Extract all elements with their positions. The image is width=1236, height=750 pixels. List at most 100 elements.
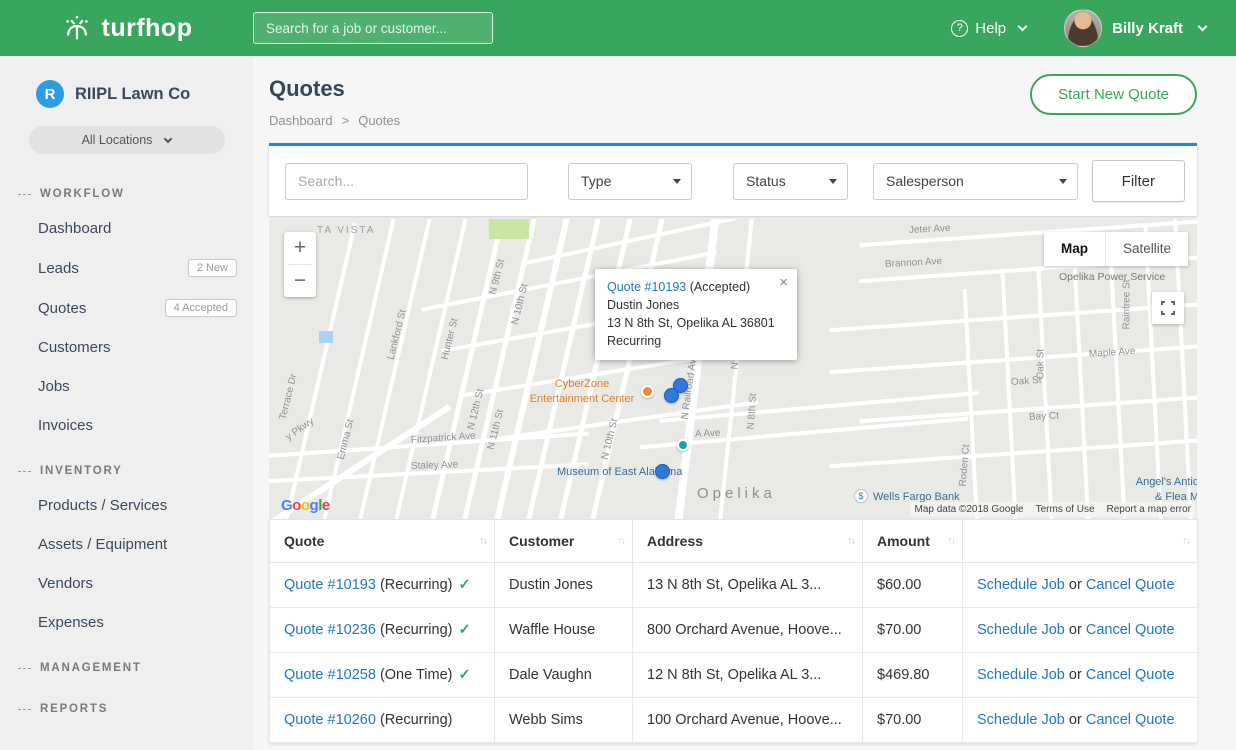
sidebar-item-expenses[interactable]: Expenses xyxy=(0,603,253,642)
company-header[interactable]: R RIIPL Lawn Co xyxy=(0,56,253,118)
turfhop-logo-icon xyxy=(61,12,93,44)
quote-map-marker[interactable] xyxy=(664,388,679,403)
map-city-label: Opelika xyxy=(697,485,776,502)
chevron-down-icon xyxy=(164,135,172,143)
quote-link[interactable]: Quote #10193 xyxy=(284,577,376,593)
map-road xyxy=(1000,269,1017,519)
cancel-quote-link[interactable]: Cancel Quote xyxy=(1086,712,1175,728)
quote-link[interactable]: Quote #10260 xyxy=(284,712,376,728)
sidebar-item-jobs[interactable]: Jobs xyxy=(0,367,253,406)
map-road xyxy=(1036,269,1053,519)
user-avatar xyxy=(1064,9,1102,47)
table-row: Quote #10193 (Recurring)✓ Dustin Jones 1… xyxy=(270,563,1198,608)
map-street-label: Jeter Ave xyxy=(909,223,951,236)
sort-icon[interactable]: ↑↓ xyxy=(1182,536,1190,547)
global-search-input[interactable] xyxy=(253,12,493,44)
fullscreen-button[interactable] xyxy=(1152,292,1184,324)
page-header: Quotes Dashboard > Quotes Start New Quot… xyxy=(253,56,1236,143)
quote-map-marker[interactable] xyxy=(655,464,670,479)
google-logo[interactable]: Google xyxy=(281,497,330,514)
schedule-job-link[interactable]: Schedule Job xyxy=(977,667,1065,683)
chevron-down-icon xyxy=(1198,21,1208,31)
select-arrow-icon xyxy=(1059,179,1067,184)
report-map-error-link[interactable]: Report a map error xyxy=(1107,504,1191,515)
quotes-search-input[interactable] xyxy=(285,163,528,200)
accepted-check-icon: ✓ xyxy=(458,622,470,638)
map-street-label: Terrace Dr xyxy=(278,373,300,421)
header-address[interactable]: Address↑↓ xyxy=(633,520,863,563)
quote-link[interactable]: Quote #10236 xyxy=(284,622,376,638)
sidebar-item-customers[interactable]: Customers xyxy=(0,328,253,367)
quote-link[interactable]: Quote #10258 xyxy=(284,667,376,683)
locations-label: All Locations xyxy=(82,133,153,147)
type-select[interactable]: Type xyxy=(568,163,692,200)
map-road xyxy=(715,219,755,519)
zoom-in-button[interactable]: + xyxy=(284,232,316,264)
table-header-row: Quote↑↓ Customer↑↓ Address↑↓ Amount↑↓ ↑↓ xyxy=(270,520,1198,563)
quote-type: (One Time) xyxy=(380,667,453,683)
sidebar-item-quotes[interactable]: Quotes4 Accepted xyxy=(0,288,253,328)
map-view-button[interactable]: Map xyxy=(1044,232,1106,266)
map-street-label: Brannon Ave xyxy=(885,256,943,270)
start-new-quote-button[interactable]: Start New Quote xyxy=(1030,74,1197,115)
sort-icon[interactable]: ↑↓ xyxy=(847,536,855,547)
infowindow-frequency: Recurring xyxy=(607,332,785,350)
status-select[interactable]: Status xyxy=(733,163,848,200)
amount-cell: $469.80 xyxy=(863,653,963,698)
user-name: Billy Kraft xyxy=(1112,20,1183,37)
sidebar-item-leads[interactable]: Leads2 New xyxy=(0,248,253,288)
satellite-view-button[interactable]: Satellite xyxy=(1106,232,1188,266)
map[interactable]: TA VISTAJeter AveBrannon AveOpelika Powe… xyxy=(269,219,1197,519)
customer-cell: Webb Sims xyxy=(495,698,633,743)
address-cell: 12 N 8th St, Opelika AL 3... xyxy=(633,653,863,698)
cancel-quote-link[interactable]: Cancel Quote xyxy=(1086,577,1175,593)
zoom-out-button[interactable]: − xyxy=(284,265,316,297)
header-quote[interactable]: Quote↑↓ xyxy=(270,520,495,563)
header-customer[interactable]: Customer↑↓ xyxy=(495,520,633,563)
quote-type: (Recurring) xyxy=(380,622,453,638)
sort-icon[interactable]: ↑↓ xyxy=(947,536,955,547)
accepted-check-icon: ✓ xyxy=(458,667,470,683)
breadcrumb-current: Quotes xyxy=(358,113,400,128)
header-actions[interactable]: ↑↓ xyxy=(963,520,1198,563)
sort-icon[interactable]: ↑↓ xyxy=(479,536,487,547)
schedule-job-link[interactable]: Schedule Job xyxy=(977,577,1065,593)
schedule-job-link[interactable]: Schedule Job xyxy=(977,712,1065,728)
quotes-badge: 4 Accepted xyxy=(165,299,237,317)
sidebar-item-products-services[interactable]: Products / Services xyxy=(0,486,253,525)
terms-of-use-link[interactable]: Terms of Use xyxy=(1036,504,1095,515)
logo[interactable]: turfhop xyxy=(0,12,253,44)
help-menu[interactable]: ? Help xyxy=(951,20,1026,37)
cancel-quote-link[interactable]: Cancel Quote xyxy=(1086,622,1175,638)
cancel-quote-link[interactable]: Cancel Quote xyxy=(1086,667,1175,683)
infowindow-quote-link[interactable]: Quote #10193 xyxy=(607,280,686,294)
table-row: Quote #10236 (Recurring)✓ Waffle House 8… xyxy=(270,608,1198,653)
sidebar: R RIIPL Lawn Co All Locations WORKFLOW D… xyxy=(0,56,253,750)
quotes-table: Quote↑↓ Customer↑↓ Address↑↓ Amount↑↓ ↑↓… xyxy=(269,519,1197,743)
select-arrow-icon xyxy=(673,179,681,184)
fullscreen-icon xyxy=(1161,301,1175,315)
filter-button[interactable]: Filter xyxy=(1092,160,1185,202)
section-reports[interactable]: REPORTS xyxy=(0,683,253,724)
sidebar-item-invoices[interactable]: Invoices xyxy=(0,406,253,445)
schedule-job-link[interactable]: Schedule Job xyxy=(977,622,1065,638)
salesperson-select[interactable]: Salesperson xyxy=(873,163,1078,200)
company-logo: R xyxy=(36,80,64,108)
section-management[interactable]: MANAGEMENT xyxy=(0,642,253,683)
dash-icon xyxy=(18,668,31,669)
infowindow-close-icon[interactable]: × xyxy=(779,275,788,290)
sort-icon[interactable]: ↑↓ xyxy=(617,536,625,547)
map-water xyxy=(319,331,333,343)
help-label: Help xyxy=(975,20,1006,37)
header-amount[interactable]: Amount↑↓ xyxy=(863,520,963,563)
map-road xyxy=(829,344,1197,374)
infowindow-address: 13 N 8th St, Opelika AL 36801 xyxy=(607,314,785,332)
user-menu[interactable]: Billy Kraft xyxy=(1064,9,1206,47)
breadcrumb-dashboard[interactable]: Dashboard xyxy=(269,113,333,128)
quote-type: (Recurring) xyxy=(380,577,453,593)
sidebar-item-assets-equipment[interactable]: Assets / Equipment xyxy=(0,525,253,564)
map-poi-cyberzone: CyberZone Entertainment Center xyxy=(515,377,649,407)
sidebar-item-vendors[interactable]: Vendors xyxy=(0,564,253,603)
locations-selector[interactable]: All Locations xyxy=(29,126,225,154)
sidebar-item-dashboard[interactable]: Dashboard xyxy=(0,209,253,248)
